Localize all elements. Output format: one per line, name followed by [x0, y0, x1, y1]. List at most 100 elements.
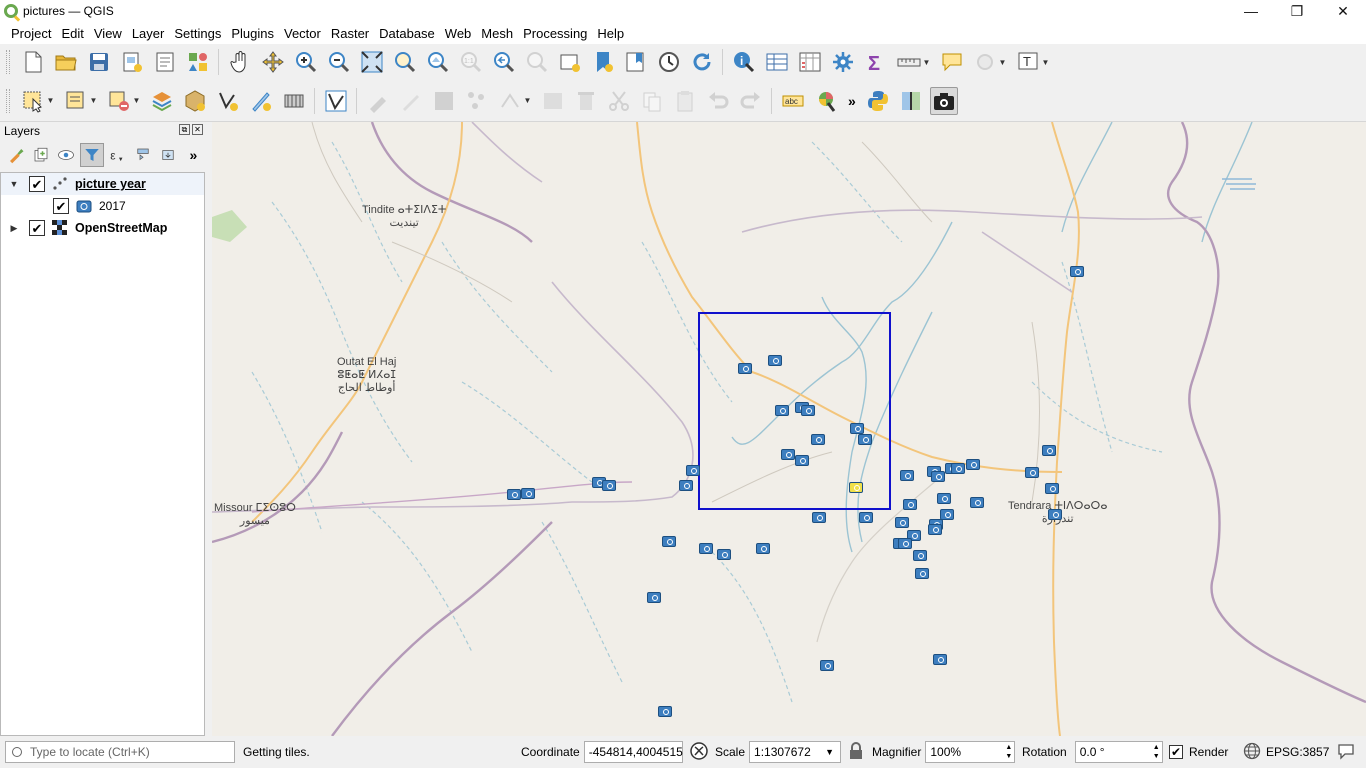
show-bookmarks-icon[interactable] — [622, 48, 650, 76]
photo-marker[interactable] — [1025, 467, 1039, 478]
photo-marker[interactable] — [795, 455, 809, 466]
style-manager-icon[interactable] — [184, 48, 212, 76]
current-edits-icon[interactable] — [364, 87, 392, 115]
menu-raster[interactable]: Raster — [326, 26, 374, 41]
vertex-tool-icon[interactable] — [322, 87, 350, 115]
undo-icon[interactable] — [704, 87, 732, 115]
menu-web[interactable]: Web — [440, 26, 477, 41]
pan-map-icon[interactable] — [226, 48, 254, 76]
photo-marker[interactable] — [859, 512, 873, 523]
zoom-full-icon[interactable] — [358, 48, 386, 76]
photo-marker[interactable] — [507, 489, 521, 500]
zoom-to-selection-icon[interactable] — [391, 48, 419, 76]
menu-view[interactable]: View — [89, 26, 127, 41]
photo-marker[interactable] — [521, 488, 535, 499]
minimize-button[interactable]: — — [1228, 0, 1274, 22]
refresh-icon[interactable] — [688, 48, 716, 76]
photo-marker[interactable] — [898, 538, 912, 549]
photo-marker[interactable] — [937, 493, 951, 504]
photo-marker[interactable] — [1070, 266, 1084, 277]
new-geopackage-layer-icon[interactable] — [181, 87, 209, 115]
photo-marker[interactable] — [931, 471, 945, 482]
photo-marker[interactable] — [768, 355, 782, 366]
new-shapefile-layer-icon[interactable] — [214, 87, 242, 115]
photo-marker[interactable] — [775, 405, 789, 416]
photo-marker[interactable] — [686, 465, 700, 476]
menu-processing[interactable]: Processing — [518, 26, 592, 41]
pan-to-selection-icon[interactable] — [259, 48, 287, 76]
zoom-in-icon[interactable] — [292, 48, 320, 76]
lock-scale-icon[interactable] — [848, 741, 864, 763]
menu-edit[interactable]: Edit — [56, 26, 88, 41]
symbol-visibility-checkbox[interactable]: ✔ — [53, 198, 69, 214]
annotation-tool-icon[interactable]: ▼ — [971, 48, 1009, 76]
zoom-native-resolution-icon[interactable]: 1:1 — [457, 48, 485, 76]
photo-marker[interactable] — [966, 459, 980, 470]
python-console-icon[interactable] — [864, 87, 892, 115]
zoom-next-icon[interactable] — [523, 48, 551, 76]
save-project-icon[interactable] — [85, 48, 113, 76]
photo-marker[interactable] — [1042, 445, 1056, 456]
delete-selected-icon[interactable] — [572, 87, 600, 115]
photo-marker[interactable] — [903, 499, 917, 510]
messages-icon[interactable] — [1337, 742, 1355, 763]
cut-features-icon[interactable] — [605, 87, 633, 115]
map-canvas[interactable]: Tindite ⴰⵜⵉⵏⴷⵉⵜ تيندیت Outat El Haj ⵓⵟⴰⵟ… — [212, 122, 1366, 736]
zoom-to-layer-icon[interactable] — [424, 48, 452, 76]
scale-combobox[interactable]: 1:1307672 ▼ — [749, 741, 842, 763]
photo-marker[interactable] — [900, 470, 914, 481]
new-virtual-layer-icon[interactable] — [280, 87, 308, 115]
photo-marker[interactable] — [820, 660, 834, 671]
spinbox-arrows[interactable]: ▲ ▼ — [1153, 743, 1160, 761]
digitize-icon[interactable]: ▼ — [496, 87, 534, 115]
paste-features-icon[interactable] — [671, 87, 699, 115]
menu-settings[interactable]: Settings — [169, 26, 226, 41]
layer-node-picture-year[interactable]: ▼ ✔ picture year — [1, 173, 204, 195]
import-photos-camera-icon[interactable] — [930, 86, 959, 115]
locator-search-input[interactable]: Type to locate (Ctrl+K) — [5, 741, 235, 763]
new-bookmark-icon[interactable] — [589, 48, 617, 76]
collapse-all-icon[interactable] — [156, 143, 179, 167]
expand-icon[interactable]: ▶ — [7, 223, 21, 234]
zoom-last-icon[interactable] — [490, 48, 518, 76]
expand-all-icon[interactable] — [131, 143, 154, 167]
photo-marker[interactable] — [756, 543, 770, 554]
toolbar-overflow-button[interactable]: » — [848, 93, 856, 109]
render-checkbox[interactable]: ✔ — [1169, 745, 1183, 759]
add-group-icon[interactable] — [29, 143, 52, 167]
layer-visibility-checkbox[interactable]: ✔ — [29, 176, 45, 192]
photo-marker[interactable] — [738, 363, 752, 374]
photo-marker[interactable] — [602, 480, 616, 491]
add-point-feature-icon[interactable] — [463, 87, 491, 115]
toggle-extents-icon[interactable] — [689, 741, 709, 764]
magnifier-spinbox[interactable]: 100% ▲ ▼ — [925, 741, 1016, 763]
open-layer-styling-icon[interactable] — [4, 143, 27, 167]
menu-mesh[interactable]: Mesh — [476, 26, 518, 41]
map-tips-icon[interactable] — [938, 48, 966, 76]
photo-marker[interactable] — [850, 423, 864, 434]
photo-marker[interactable] — [812, 512, 826, 523]
open-project-icon[interactable] — [52, 48, 80, 76]
photo-marker[interactable] — [951, 463, 965, 474]
show-layout-manager-icon[interactable] — [151, 48, 179, 76]
menu-project[interactable]: Project — [6, 26, 56, 41]
collapse-icon[interactable]: ▼ — [7, 179, 21, 189]
photo-marker[interactable] — [647, 592, 661, 603]
spinbox-arrows[interactable]: ▲ ▼ — [1005, 743, 1012, 761]
manage-map-themes-icon[interactable] — [55, 143, 78, 167]
statistical-summary-icon[interactable]: Σ — [862, 48, 890, 76]
data-source-manager-icon[interactable] — [148, 87, 176, 115]
coordinate-field[interactable]: -454814,4004515 — [583, 741, 683, 763]
save-layer-edits-icon[interactable] — [430, 87, 458, 115]
map-swipe-icon[interactable] — [897, 87, 925, 115]
menu-plugins[interactable]: Plugins — [226, 26, 279, 41]
photo-marker[interactable] — [811, 434, 825, 445]
open-attribute-table-icon[interactable] — [763, 48, 791, 76]
photo-marker[interactable] — [858, 434, 872, 445]
layer-labeling-icon[interactable]: abc — [779, 87, 807, 115]
field-calculator-icon[interactable] — [796, 48, 824, 76]
menu-help[interactable]: Help — [592, 26, 629, 41]
photo-marker[interactable] — [928, 524, 942, 535]
toolbox-icon[interactable] — [829, 48, 857, 76]
layer-node-openstreetmap[interactable]: ▶ ✔ OpenStreetMap — [1, 217, 204, 239]
